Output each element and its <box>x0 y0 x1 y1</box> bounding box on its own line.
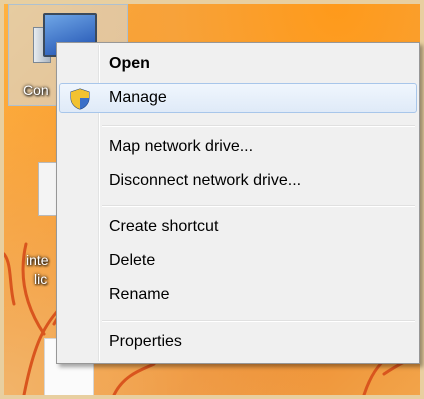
menu-item-label: Disconnect network drive... <box>109 172 302 189</box>
menu-item-properties[interactable]: Properties <box>59 327 417 357</box>
menu-item-label: Manage <box>109 89 167 106</box>
menu-item-label: Rename <box>109 286 170 303</box>
menu-item-disconnect-network-drive[interactable]: Disconnect network drive... <box>59 166 417 196</box>
menu-separator <box>102 205 415 207</box>
menu-item-label: Open <box>109 55 150 72</box>
uac-shield-icon <box>70 88 90 110</box>
computer-icon-label: Con <box>23 82 49 98</box>
context-menu: Open Manage Map network drive... Disconn… <box>56 42 420 364</box>
menu-item-rename[interactable]: Rename <box>59 280 417 310</box>
menu-item-delete[interactable]: Delete <box>59 246 417 276</box>
menu-separator <box>102 320 415 322</box>
document-icon-label-line1: inte <box>26 252 49 268</box>
menu-item-map-network-drive[interactable]: Map network drive... <box>59 132 417 162</box>
menu-item-label: Properties <box>109 333 182 350</box>
menu-item-label: Map network drive... <box>109 138 254 155</box>
menu-item-manage[interactable]: Manage <box>59 83 417 113</box>
document-icon-label-line2: lic <box>34 271 48 287</box>
menu-item-label: Delete <box>109 252 156 269</box>
menu-item-label: Create shortcut <box>109 218 219 235</box>
menu-item-create-shortcut[interactable]: Create shortcut <box>59 212 417 242</box>
menu-item-open[interactable]: Open <box>59 49 417 79</box>
menu-separator <box>102 125 415 127</box>
